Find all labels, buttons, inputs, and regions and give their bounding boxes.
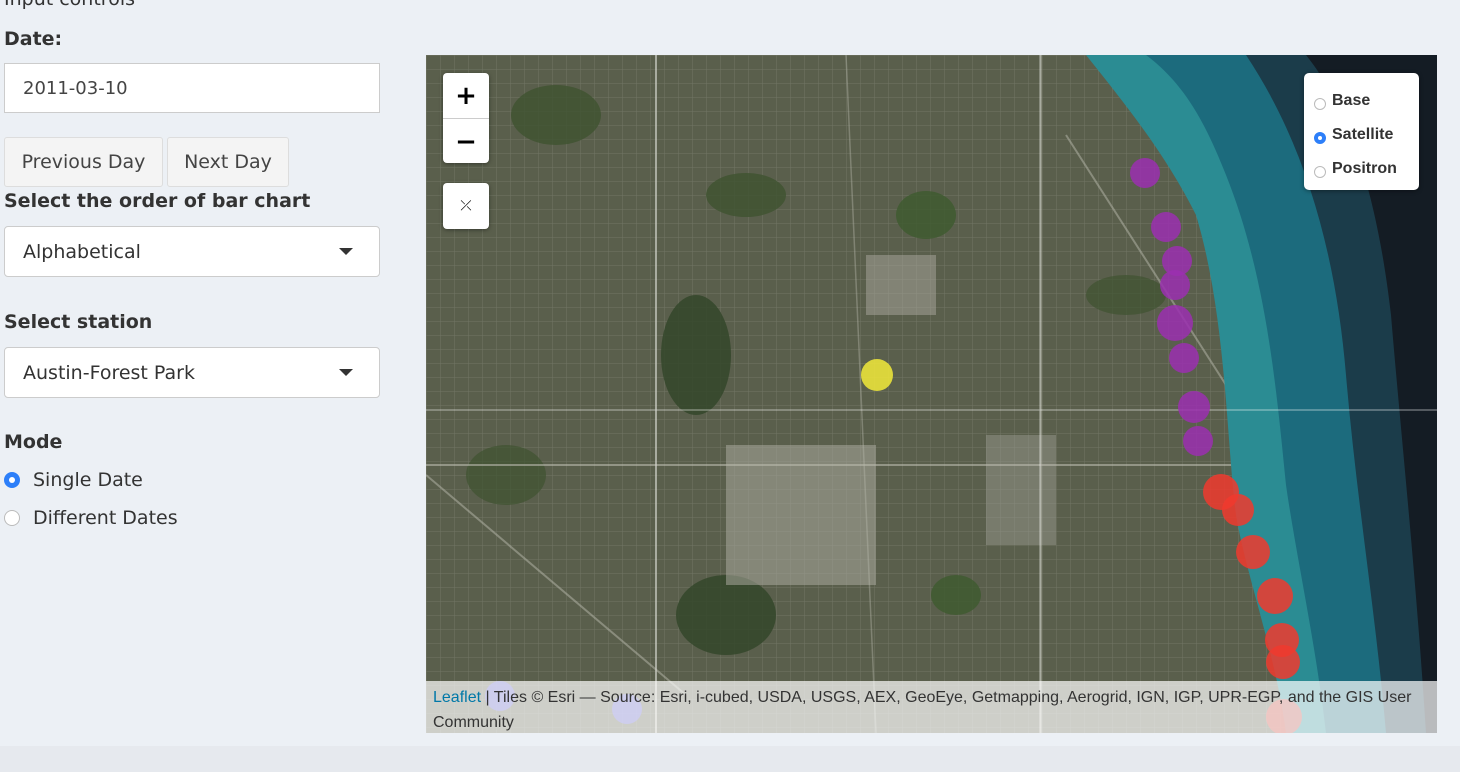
zoom-control: + −: [443, 73, 489, 163]
attribution-text: | Tiles © Esri — Source: Esri, i-cubed, …: [433, 689, 1412, 731]
next-day-button[interactable]: Next Day: [167, 137, 289, 187]
order-select[interactable]: Alphabetical: [4, 226, 380, 277]
station-select[interactable]: Austin-Forest Park: [4, 347, 380, 398]
satellite-tiles: [426, 55, 1437, 733]
layer-label: Satellite: [1332, 126, 1394, 143]
radio-unchecked-icon[interactable]: [1314, 98, 1326, 110]
reset-view-button[interactable]: ⤫: [443, 183, 489, 229]
caret-down-icon: [339, 248, 353, 255]
map-attribution: Leaflet | Tiles © Esri — Source: Esri, i…: [426, 681, 1437, 733]
zoom-out-button[interactable]: −: [443, 119, 489, 164]
bottom-bar: [0, 746, 1460, 772]
order-select-value: Alphabetical: [23, 240, 141, 263]
layer-option-satellite[interactable]: Satellite: [1314, 118, 1419, 152]
map-container[interactable]: + − ⤫ Base Satellite Positron Leaflet | …: [426, 55, 1437, 733]
date-label: Date:: [4, 28, 63, 50]
radio-checked-icon[interactable]: [1314, 132, 1326, 144]
previous-day-button[interactable]: Previous Day: [4, 137, 163, 187]
radio-checked-icon[interactable]: [4, 472, 20, 488]
panel-heading: Input controls: [4, 0, 135, 10]
leaflet-link[interactable]: Leaflet: [433, 689, 481, 706]
mode-option-label: Different Dates: [33, 507, 178, 529]
station-label: Select station: [4, 311, 153, 333]
layer-control: Base Satellite Positron: [1304, 73, 1419, 190]
fullscreen-exit-icon: ⤫: [460, 198, 472, 214]
layer-label: Positron: [1332, 160, 1397, 177]
order-label: Select the order of bar chart: [4, 190, 311, 212]
layer-option-positron[interactable]: Positron: [1314, 152, 1419, 186]
layer-option-base[interactable]: Base: [1314, 84, 1419, 118]
mode-option-label: Single Date: [33, 469, 143, 491]
layer-label: Base: [1332, 92, 1371, 109]
radio-unchecked-icon[interactable]: [4, 510, 20, 526]
caret-down-icon: [339, 369, 353, 376]
mode-option-single-date[interactable]: Single Date: [4, 469, 143, 491]
station-select-value: Austin-Forest Park: [23, 361, 195, 384]
radio-unchecked-icon[interactable]: [1314, 166, 1326, 178]
date-input[interactable]: [4, 63, 380, 113]
mode-option-different-dates[interactable]: Different Dates: [4, 507, 178, 529]
mode-label: Mode: [4, 431, 63, 453]
zoom-in-button[interactable]: +: [443, 73, 489, 119]
